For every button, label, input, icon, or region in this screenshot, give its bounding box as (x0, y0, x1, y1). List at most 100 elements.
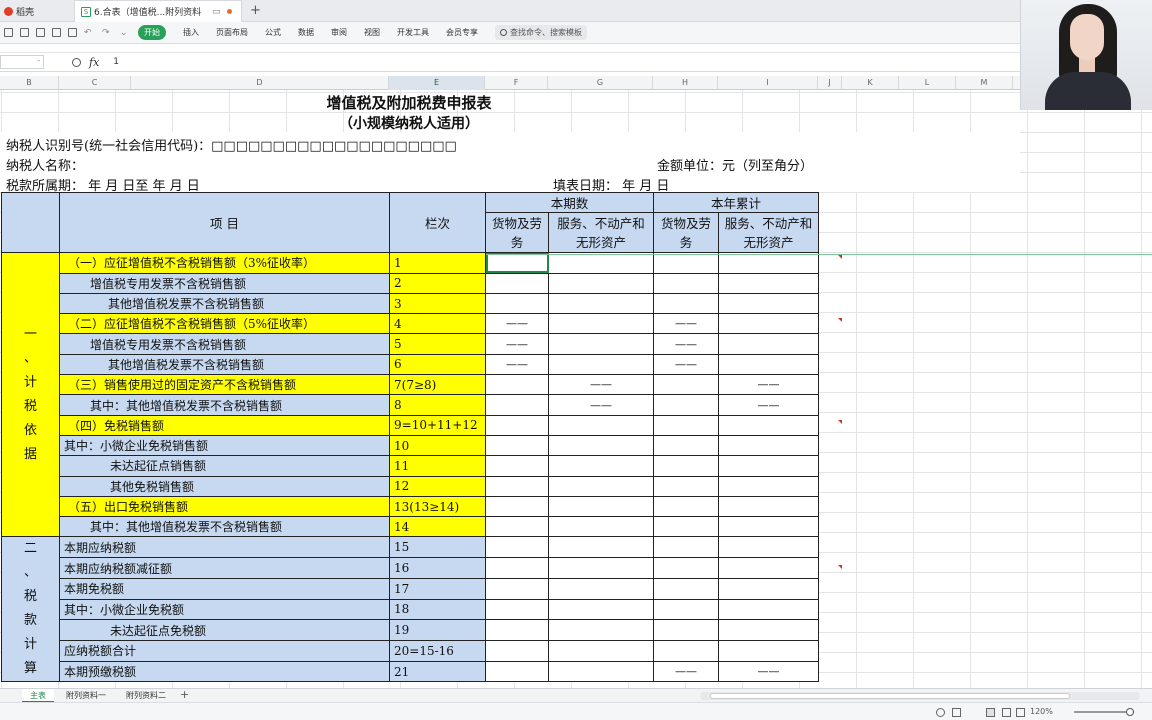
add-sheet-button[interactable]: + (180, 688, 189, 701)
row-line-number[interactable]: 17 (389, 577, 486, 600)
amount-input-cell[interactable] (653, 577, 719, 600)
amount-input-cell[interactable] (653, 495, 719, 518)
menu-view[interactable]: 视图 (364, 27, 380, 38)
normal-view-icon[interactable] (986, 708, 995, 717)
menu-data[interactable]: 数据 (298, 27, 314, 38)
amount-input-cell[interactable] (485, 414, 549, 436)
row-line-number[interactable]: 8 (389, 394, 486, 416)
new-tab-button[interactable]: + (250, 3, 261, 18)
column-header-h[interactable]: H (653, 76, 718, 90)
amount-input-cell[interactable] (548, 557, 654, 579)
amount-input-cell[interactable] (485, 495, 549, 518)
fx-icon[interactable]: fx (89, 56, 99, 69)
column-header-j[interactable]: J (818, 76, 842, 90)
amount-input-cell[interactable] (718, 557, 819, 579)
eye-protection-icon[interactable] (936, 708, 945, 717)
page-layout-view-icon[interactable] (1002, 708, 1011, 717)
amount-input-cell[interactable] (485, 292, 549, 315)
amount-input-cell[interactable] (548, 495, 654, 518)
column-header-e[interactable]: E (389, 76, 485, 90)
amount-input-cell[interactable] (485, 374, 549, 396)
amount-input-cell[interactable] (653, 374, 719, 396)
amount-input-cell[interactable] (548, 333, 654, 355)
na-dash-cell[interactable]: —— (485, 313, 549, 335)
row-line-number[interactable]: 2 (389, 272, 486, 294)
row-line-number[interactable]: 1 (389, 252, 486, 274)
column-header-m[interactable]: M (956, 76, 1013, 90)
amount-input-cell[interactable] (653, 557, 719, 579)
na-dash-cell[interactable]: —— (548, 374, 654, 396)
row-line-number[interactable]: 3 (389, 292, 486, 315)
command-search[interactable]: 查找命令、搜索模板 (495, 25, 587, 40)
row-line-number[interactable]: 9=10+11+12 (389, 414, 486, 436)
amount-input-cell[interactable] (653, 455, 719, 477)
amount-input-cell[interactable] (548, 639, 654, 662)
amount-input-cell[interactable] (485, 536, 549, 559)
amount-input-cell[interactable] (718, 333, 819, 355)
amount-input-cell[interactable] (548, 577, 654, 600)
row-line-number[interactable]: 18 (389, 598, 486, 621)
amount-input-cell[interactable] (653, 598, 719, 621)
amount-input-cell[interactable] (718, 577, 819, 600)
amount-input-cell[interactable] (548, 414, 654, 436)
amount-input-cell[interactable] (485, 394, 549, 416)
menu-formula[interactable]: 公式 (265, 27, 281, 38)
row-line-number[interactable]: 5 (389, 333, 486, 355)
sheet-tab-schedule-1[interactable]: 附列资料一 (58, 689, 114, 703)
amount-input-cell[interactable] (718, 516, 819, 538)
amount-input-cell[interactable] (653, 252, 719, 274)
amount-input-cell[interactable] (548, 619, 654, 641)
zoom-formula-icon[interactable] (72, 57, 81, 67)
amount-input-cell[interactable] (653, 292, 719, 315)
amount-input-cell[interactable] (548, 292, 654, 315)
amount-input-cell[interactable] (485, 252, 549, 274)
monitor-icon[interactable]: ▭ (212, 7, 221, 17)
na-dash-cell[interactable]: —— (653, 353, 719, 376)
na-dash-cell[interactable]: —— (718, 374, 819, 396)
amount-input-cell[interactable] (718, 536, 819, 559)
amount-input-cell[interactable] (718, 252, 819, 274)
row-line-number[interactable]: 6 (389, 353, 486, 376)
amount-input-cell[interactable] (718, 272, 819, 294)
amount-input-cell[interactable] (548, 455, 654, 477)
row-line-number[interactable]: 19 (389, 619, 486, 641)
amount-input-cell[interactable] (718, 292, 819, 315)
crosshair-icon[interactable] (952, 708, 961, 717)
tab-home[interactable]: 稻壳 (0, 0, 72, 22)
amount-input-cell[interactable] (718, 455, 819, 477)
tab-document[interactable]: S 6.合表（增值税...附列资料 (1) ▭ (74, 0, 242, 22)
amount-input-cell[interactable] (718, 639, 819, 662)
amount-input-cell[interactable] (548, 434, 654, 457)
na-dash-cell[interactable]: —— (718, 394, 819, 416)
column-header-g[interactable]: G (548, 76, 653, 90)
menu-developer[interactable]: 开发工具 (397, 27, 429, 38)
na-dash-cell[interactable]: —— (718, 660, 819, 683)
sheet-tab-main[interactable]: 主表 (22, 689, 54, 703)
column-header-k[interactable]: K (842, 76, 899, 90)
amount-input-cell[interactable] (718, 313, 819, 335)
amount-input-cell[interactable] (485, 434, 549, 457)
menu-page-layout[interactable]: 页面布局 (216, 27, 248, 38)
amount-input-cell[interactable] (548, 536, 654, 559)
amount-input-cell[interactable] (485, 619, 549, 641)
amount-input-cell[interactable] (485, 639, 549, 662)
redo-icon[interactable]: ↷ (102, 28, 114, 38)
row-line-number[interactable]: 4 (389, 313, 486, 335)
amount-input-cell[interactable] (653, 272, 719, 294)
preview-icon[interactable] (52, 28, 61, 37)
amount-input-cell[interactable] (485, 660, 549, 683)
na-dash-cell[interactable]: —— (653, 313, 719, 335)
scrollbar-thumb[interactable] (710, 693, 1070, 699)
amount-input-cell[interactable] (548, 252, 654, 274)
amount-input-cell[interactable] (653, 414, 719, 436)
amount-input-cell[interactable] (653, 394, 719, 416)
column-header-l[interactable]: L (899, 76, 956, 90)
menu-insert[interactable]: 插入 (183, 27, 199, 38)
amount-input-cell[interactable] (485, 455, 549, 477)
amount-input-cell[interactable] (485, 577, 549, 600)
amount-input-cell[interactable] (485, 557, 549, 579)
amount-input-cell[interactable] (485, 516, 549, 538)
menu-icon[interactable] (4, 28, 13, 37)
row-line-number[interactable]: 21 (389, 660, 486, 683)
amount-input-cell[interactable] (718, 414, 819, 436)
